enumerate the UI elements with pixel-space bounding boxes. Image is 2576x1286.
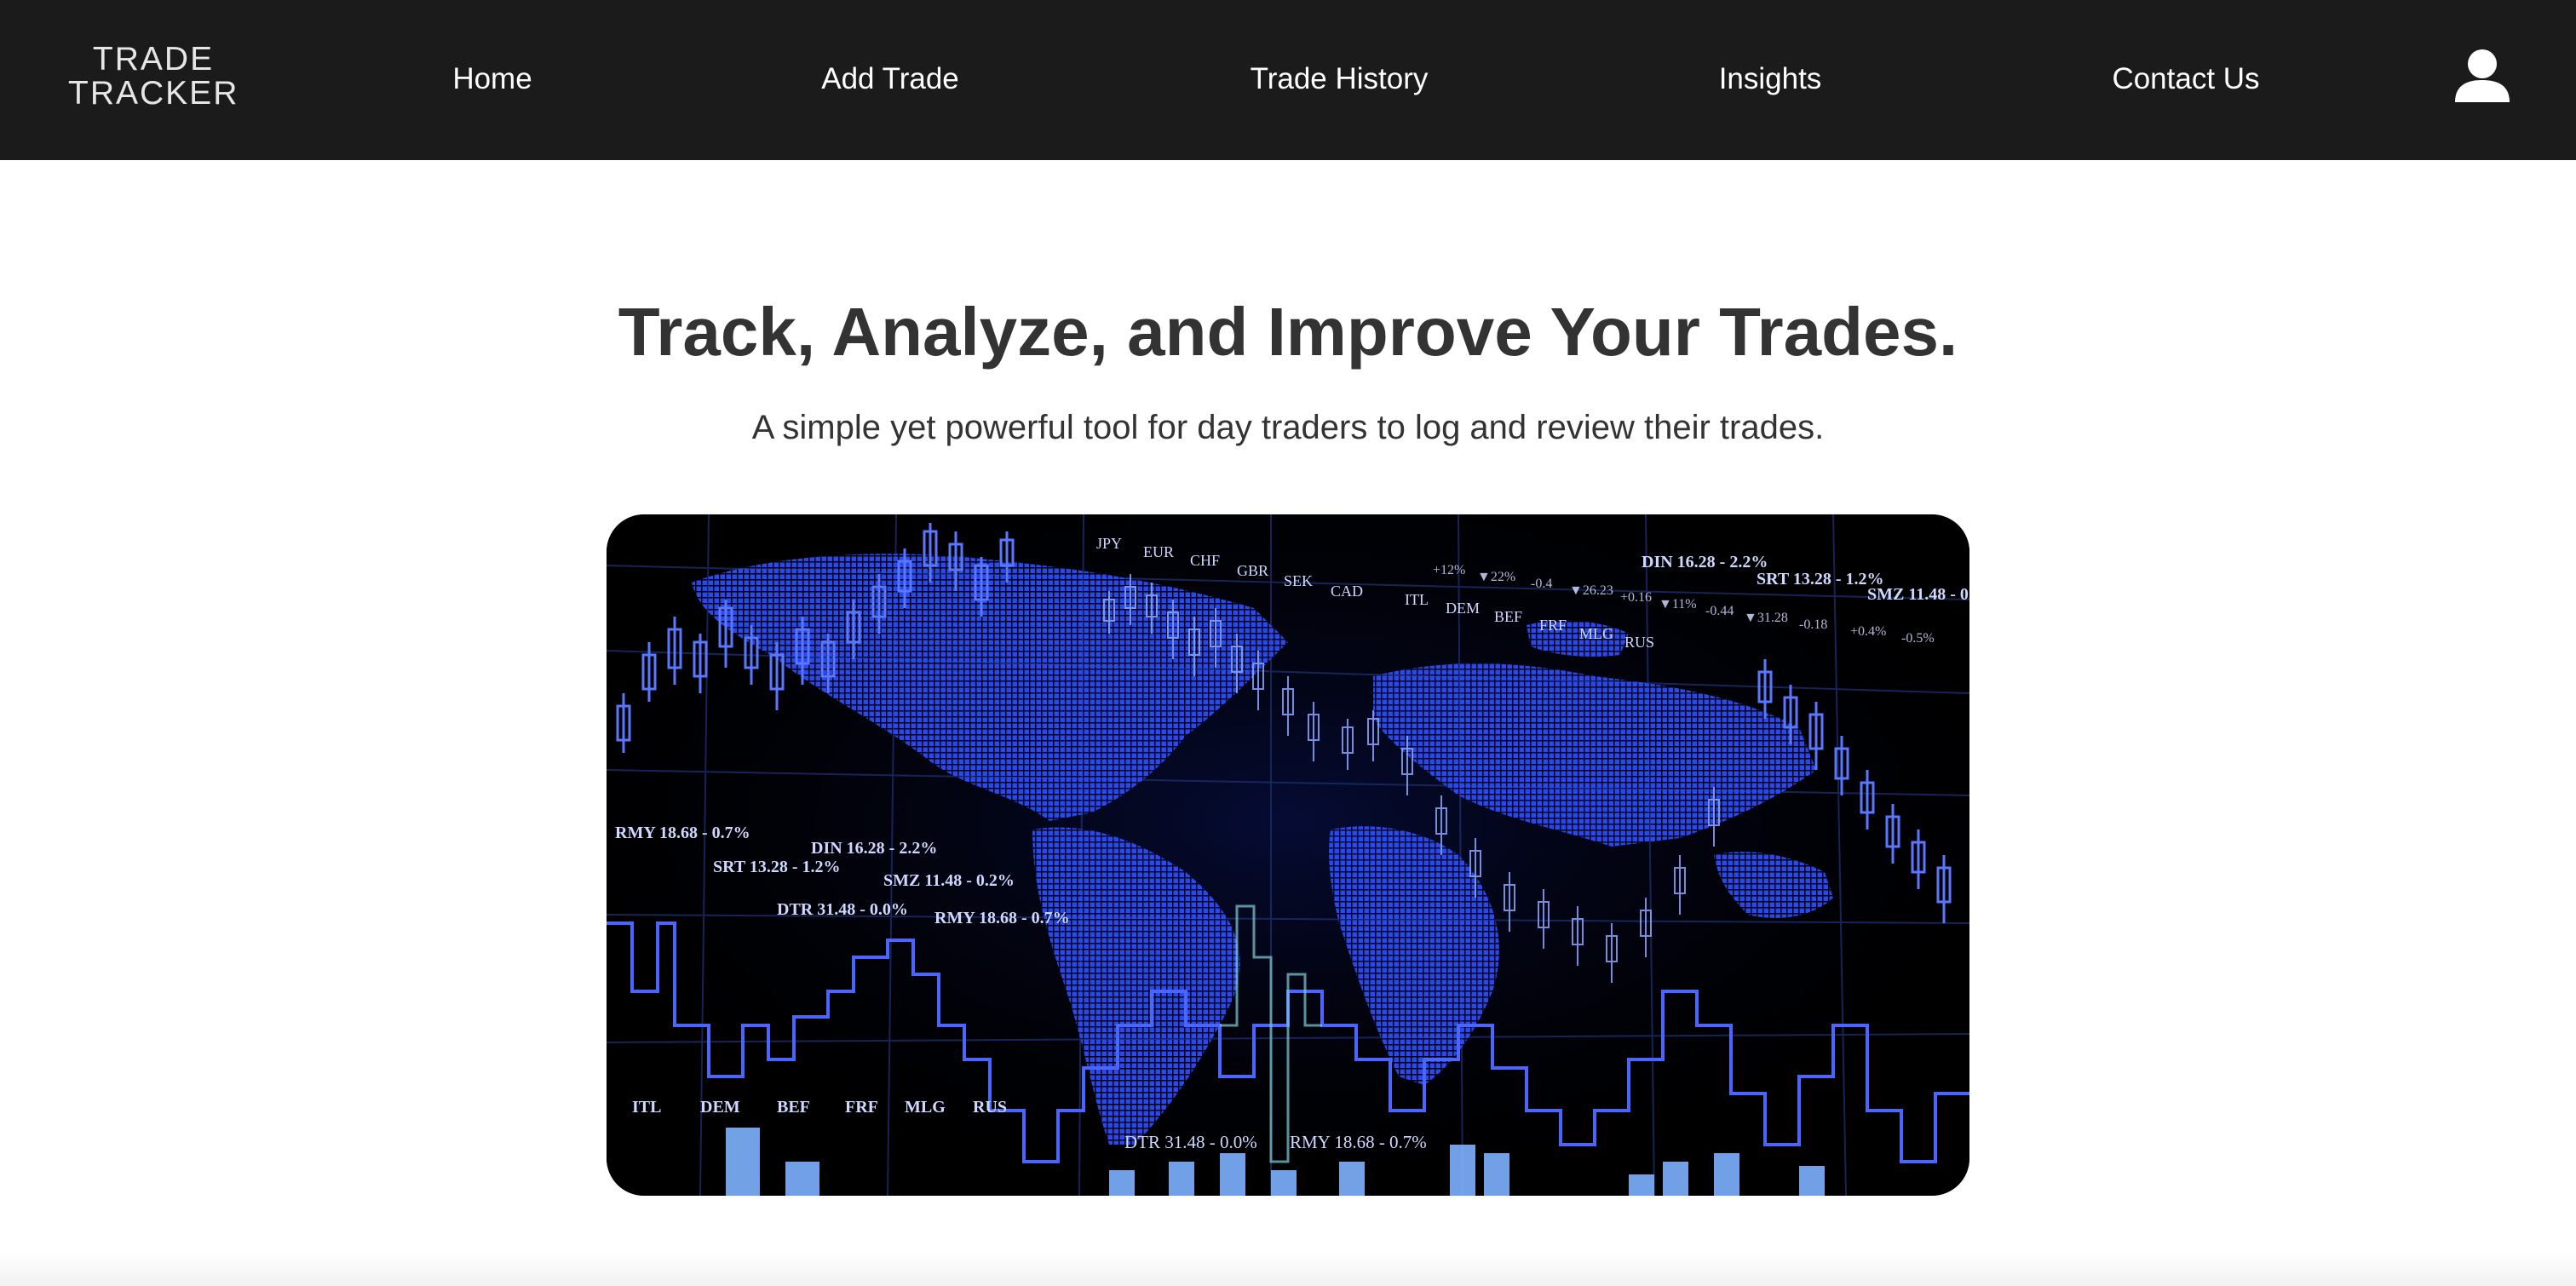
ticker-top-5: CAD [1331, 583, 1363, 600]
quote-upper-right-0: DIN 16.28 - 2.2% [1642, 553, 1768, 571]
user-icon-graphic [2455, 49, 2510, 102]
brand-logo[interactable]: TRADE TRACKER [68, 43, 239, 111]
nav-contact-link[interactable]: Contact Us [2112, 58, 2259, 100]
quote-left-3: SMZ 11.48 - 0.2% [883, 871, 1015, 890]
brand-line-1: TRADE [92, 41, 215, 78]
ticker-top-7: DEM [1446, 600, 1480, 617]
quote-left-5: RMY 18.68 - 0.7% [934, 909, 1070, 927]
nav-add-trade-link[interactable]: Add Trade [821, 58, 959, 100]
user-icon[interactable] [2453, 48, 2511, 104]
quote-left-2: SRT 13.28 - 1.2% [713, 858, 841, 876]
hero-image: JPY EUR CHF GBR SEK CAD ITL DEM BEF FRF … [607, 514, 1969, 1196]
ticker-right-2: -0.4 [1531, 577, 1552, 591]
quote-upper-right-1: SRT 13.28 - 1.2% [1757, 570, 1884, 588]
ticker-bottom-1: DEM [700, 1098, 740, 1117]
ticker-top-3: GBR [1237, 562, 1268, 579]
ticker-right-9: +0.4% [1850, 624, 1886, 639]
quote-bottom-1: RMY 18.68 - 0.7% [1290, 1132, 1427, 1152]
ticker-right-3: ▼26.23 [1569, 583, 1613, 598]
ticker-top-11: RUS [1624, 634, 1654, 651]
ticker-top-9: FRF [1539, 617, 1567, 634]
ticker-bottom-4: MLG [905, 1098, 946, 1117]
brand-line-2: TRACKER [68, 75, 239, 112]
quote-upper-right-2: SMZ 11.48 - 0.2% [1867, 585, 1969, 604]
ticker-bottom-2: BEF [777, 1098, 810, 1117]
ticker-top-4: SEK [1284, 572, 1313, 589]
ticker-top-0: JPY [1096, 535, 1122, 552]
ticker-top-8: BEF [1494, 608, 1522, 625]
ticker-bottom-5: RUS [973, 1098, 1007, 1117]
ticker-top-10: MLG [1579, 625, 1613, 642]
quote-left-4: DTR 31.48 - 0.0% [777, 900, 908, 919]
ticker-right-5: ▼11% [1659, 597, 1697, 611]
nav-insights-link[interactable]: Insights [1719, 58, 1822, 100]
nav-trade-history-link[interactable]: Trade History [1251, 58, 1429, 100]
ticker-bottom-3: FRF [845, 1098, 878, 1117]
top-navbar: TRADE TRACKER Home Add Trade Trade Histo… [0, 0, 2576, 160]
quote-bottom-0: DTR 31.48 - 0.0% [1124, 1132, 1257, 1152]
quote-left-0: RMY 18.68 - 0.7% [615, 824, 750, 842]
ticker-right-10: -0.5% [1901, 631, 1935, 646]
trading-world-map-illustration: JPY EUR CHF GBR SEK CAD ITL DEM BEF FRF … [607, 514, 1969, 1196]
quote-left-1: DIN 16.28 - 2.2% [811, 839, 937, 858]
ticker-bottom-0: ITL [632, 1098, 661, 1117]
footer-edge [0, 1254, 2576, 1286]
ticker-top-6: ITL [1405, 591, 1429, 608]
ticker-right-0: +12% [1433, 563, 1465, 577]
nav-home-link[interactable]: Home [452, 58, 532, 100]
hero-title: Track, Analyze, and Improve Your Trades. [618, 294, 1958, 370]
ticker-top-2: CHF [1190, 552, 1220, 569]
hero-subtitle: A simple yet powerful tool for day trade… [751, 409, 1825, 446]
ticker-right-1: ▼22% [1477, 570, 1515, 584]
ticker-right-8: -0.18 [1799, 617, 1827, 632]
ticker-right-4: +0.16 [1620, 590, 1652, 605]
ticker-right-7: ▼31.28 [1744, 611, 1788, 625]
ticker-top-1: EUR [1143, 543, 1174, 560]
ticker-right-6: -0.44 [1705, 604, 1734, 618]
